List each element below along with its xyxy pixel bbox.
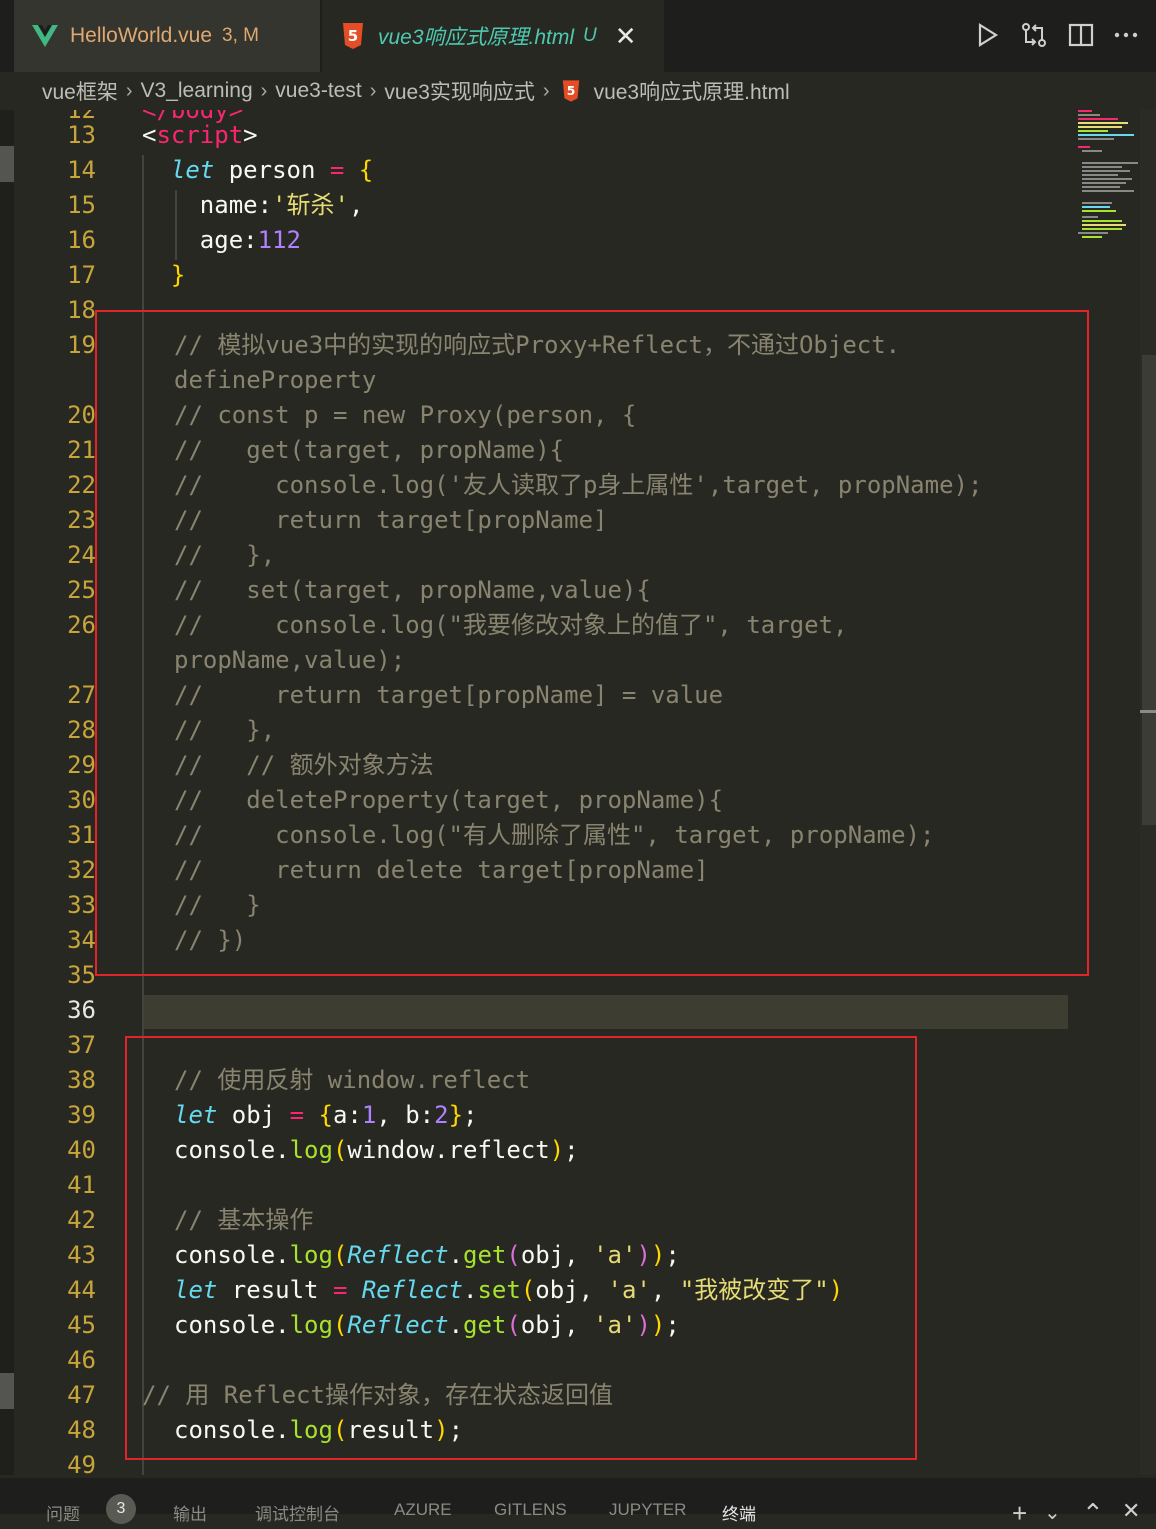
- split-editor-icon[interactable]: [1066, 20, 1096, 50]
- compare-changes-icon[interactable]: [1019, 20, 1049, 50]
- code-editor[interactable]: 12 13 14 15 16 17 18 19 20 21 22 23 24 2…: [0, 110, 1156, 1475]
- scrollbar-position-marker: [1140, 710, 1156, 713]
- problems-count-badge: 3: [106, 1494, 136, 1524]
- line-number: 14: [67, 156, 96, 184]
- highlight-box-reflect: [125, 1036, 917, 1460]
- tab-helloworld-vue[interactable]: HelloWorld.vue 3, M: [14, 0, 320, 72]
- line-number: 33: [67, 891, 96, 919]
- line-number: 45: [67, 1311, 96, 1339]
- svg-text:5: 5: [348, 27, 358, 45]
- tab-bar: HelloWorld.vue 3, M 5 vue3响应式原理.html U ✕: [0, 0, 1156, 72]
- line-number: 19: [67, 331, 96, 359]
- line-number: 48: [67, 1416, 96, 1444]
- code-line-15: name:'斩杀',: [199, 191, 364, 219]
- code-line-13: <script>: [142, 121, 258, 149]
- chevron-right-icon: ›: [260, 79, 268, 102]
- line-number: 13: [67, 121, 96, 149]
- panel-tab-problems[interactable]: 问题: [46, 1500, 80, 1525]
- tab-vue3-html[interactable]: 5 vue3响应式原理.html U ✕: [322, 0, 664, 72]
- code-line-14: let person = {: [170, 156, 374, 184]
- tab-label: HelloWorld.vue: [70, 24, 213, 47]
- line-number: 26: [67, 611, 96, 639]
- line-number: 47: [67, 1381, 96, 1409]
- line-number: 39: [67, 1101, 96, 1129]
- breadcrumb: vue框架 › V3_learning › vue3-test › vue3实现…: [0, 72, 1156, 110]
- line-number: 30: [67, 786, 96, 814]
- breadcrumb-item[interactable]: vue3实现响应式: [384, 76, 535, 106]
- panel-tab-output[interactable]: 输出: [173, 1500, 207, 1525]
- tab-badge: 3, M: [222, 25, 259, 46]
- panel-tab-terminal[interactable]: 终端: [722, 1500, 756, 1525]
- line-number: 16: [67, 226, 96, 254]
- line-number: 17: [67, 261, 96, 289]
- line-number: 36: [67, 996, 96, 1024]
- breadcrumb-item[interactable]: vue3-test: [275, 79, 361, 103]
- breadcrumb-item[interactable]: vue3响应式原理.html: [594, 76, 790, 106]
- panel-tab-azure[interactable]: AZURE: [394, 1500, 452, 1520]
- line-number: 31: [67, 821, 96, 849]
- panel-tab-debug-console[interactable]: 调试控制台: [255, 1500, 340, 1525]
- code-line-17: }: [170, 261, 186, 289]
- scrollbar-thumb[interactable]: [1142, 355, 1156, 825]
- line-number: 27: [67, 681, 96, 709]
- line-number: 24: [67, 541, 96, 569]
- breadcrumb-item[interactable]: vue框架: [42, 76, 118, 106]
- gutter-marker: [0, 146, 14, 182]
- line-number: 25: [67, 576, 96, 604]
- breadcrumb-item[interactable]: V3_learning: [141, 79, 253, 103]
- line-number: 22: [67, 471, 96, 499]
- close-icon[interactable]: ✕: [615, 21, 637, 52]
- gutter-strip: [0, 110, 14, 1475]
- panel-tab-bar: 问题 3 输出 调试控制台 AZURE GITLENS JUPYTER 终端 +…: [0, 1478, 1156, 1528]
- more-actions-icon[interactable]: [1111, 20, 1141, 50]
- minimap[interactable]: [1074, 110, 1140, 240]
- gutter-marker: [0, 1373, 14, 1409]
- tab-badge: U: [583, 25, 597, 46]
- line-number: 18: [67, 296, 96, 324]
- vue-file-icon: [32, 25, 58, 47]
- line-number: 42: [67, 1206, 96, 1234]
- svg-text:5: 5: [566, 84, 575, 98]
- line-number: 28: [67, 716, 96, 744]
- line-number: 32: [67, 856, 96, 884]
- highlight-box-proxy: [95, 310, 1089, 976]
- line-number: 15: [67, 191, 96, 219]
- line-number: 23: [67, 506, 96, 534]
- line-number: 34: [67, 926, 96, 954]
- html-file-icon: 5: [562, 80, 579, 102]
- line-number: 35: [67, 961, 96, 989]
- line-number: 21: [67, 436, 96, 464]
- line-number: 38: [67, 1066, 96, 1094]
- line-number: 40: [67, 1136, 96, 1164]
- chevron-right-icon: ›: [542, 79, 550, 102]
- panel-tab-jupyter[interactable]: JUPYTER: [609, 1500, 686, 1520]
- line-number: 44: [67, 1276, 96, 1304]
- line-number: 29: [67, 751, 96, 779]
- line-number: 46: [67, 1346, 96, 1374]
- line-number: 43: [67, 1241, 96, 1269]
- code-line-16: age:112: [199, 226, 301, 254]
- run-icon[interactable]: [972, 20, 1002, 50]
- chevron-right-icon: ›: [369, 79, 377, 102]
- current-line-highlight: [142, 995, 1068, 1029]
- panel-tab-gitlens[interactable]: GITLENS: [494, 1500, 567, 1520]
- chevron-down-icon[interactable]: ⌄: [1044, 1500, 1061, 1525]
- line-number: 49: [67, 1451, 96, 1475]
- line-number: 20: [67, 401, 96, 429]
- tab-label: vue3响应式原理.html: [378, 26, 575, 49]
- chevron-right-icon: ›: [125, 79, 133, 102]
- line-number: 37: [67, 1031, 96, 1059]
- close-panel-icon[interactable]: ✕: [1122, 1498, 1140, 1524]
- line-number: 41: [67, 1171, 96, 1199]
- html-file-icon: 5: [343, 23, 363, 49]
